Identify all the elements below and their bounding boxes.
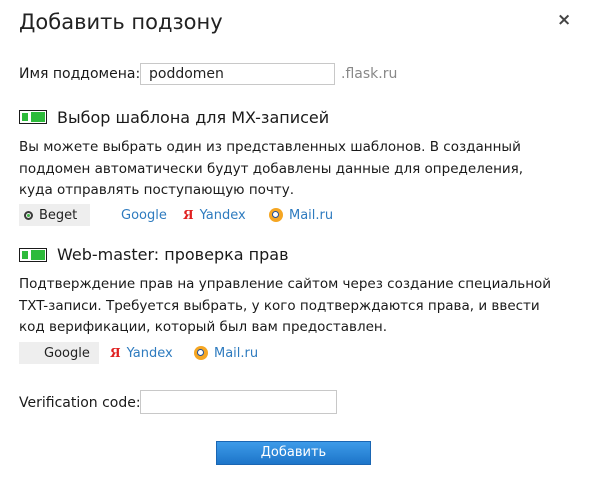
google-icon	[24, 346, 38, 360]
mailru-icon	[194, 346, 208, 360]
mx-option-mailru[interactable]: Mail.ru	[264, 204, 338, 226]
webmaster-option-google[interactable]: Google	[19, 342, 99, 364]
mx-description: Вы можете выбрать один из представленных…	[19, 139, 524, 198]
mx-option-google[interactable]: Google	[96, 204, 172, 226]
option-label: Mail.ru	[214, 345, 259, 361]
mailru-icon	[269, 208, 283, 222]
toggle-knob	[31, 112, 45, 122]
subdomain-input[interactable]	[140, 63, 335, 85]
subdomain-suffix: .flask.ru	[341, 66, 398, 82]
option-label: Beget	[39, 207, 78, 223]
mx-option-yandex[interactable]: Я Yandex	[178, 204, 251, 226]
google-icon	[101, 208, 115, 222]
option-label: Yandex	[199, 207, 246, 223]
webmaster-option-mailru[interactable]: Mail.ru	[189, 342, 263, 364]
subdomain-label: Имя поддомена:	[19, 66, 141, 82]
webmaster-option-yandex[interactable]: Я Yandex	[105, 342, 178, 364]
option-label: Yandex	[126, 345, 173, 361]
option-label: Mail.ru	[289, 207, 334, 223]
webmaster-description: Подтверждение прав на управление сайтом …	[19, 276, 552, 335]
close-icon[interactable]: ×	[557, 10, 571, 30]
yandex-icon: Я	[110, 346, 121, 360]
option-label: Google	[121, 207, 167, 223]
toggle-on-mark	[22, 251, 28, 259]
mx-toggle[interactable]	[19, 110, 47, 124]
verification-code-label: Verification code:	[19, 395, 141, 411]
beget-icon	[24, 210, 33, 220]
webmaster-section-title: Web-master: проверка прав	[57, 245, 289, 264]
dialog-title: Добавить подзону	[19, 10, 223, 34]
add-button[interactable]: Добавить	[216, 441, 371, 465]
add-subzone-dialog: Добавить подзону × Имя поддомена: .flask…	[0, 0, 590, 482]
webmaster-toggle[interactable]	[19, 248, 47, 262]
toggle-on-mark	[22, 113, 28, 121]
option-label: Google	[44, 345, 90, 361]
mx-option-beget[interactable]: Beget	[19, 204, 90, 226]
mx-section-title: Выбор шаблона для MX-записей	[57, 108, 330, 127]
toggle-knob	[31, 250, 45, 260]
yandex-icon: Я	[183, 208, 194, 222]
verification-code-input[interactable]	[140, 390, 337, 414]
